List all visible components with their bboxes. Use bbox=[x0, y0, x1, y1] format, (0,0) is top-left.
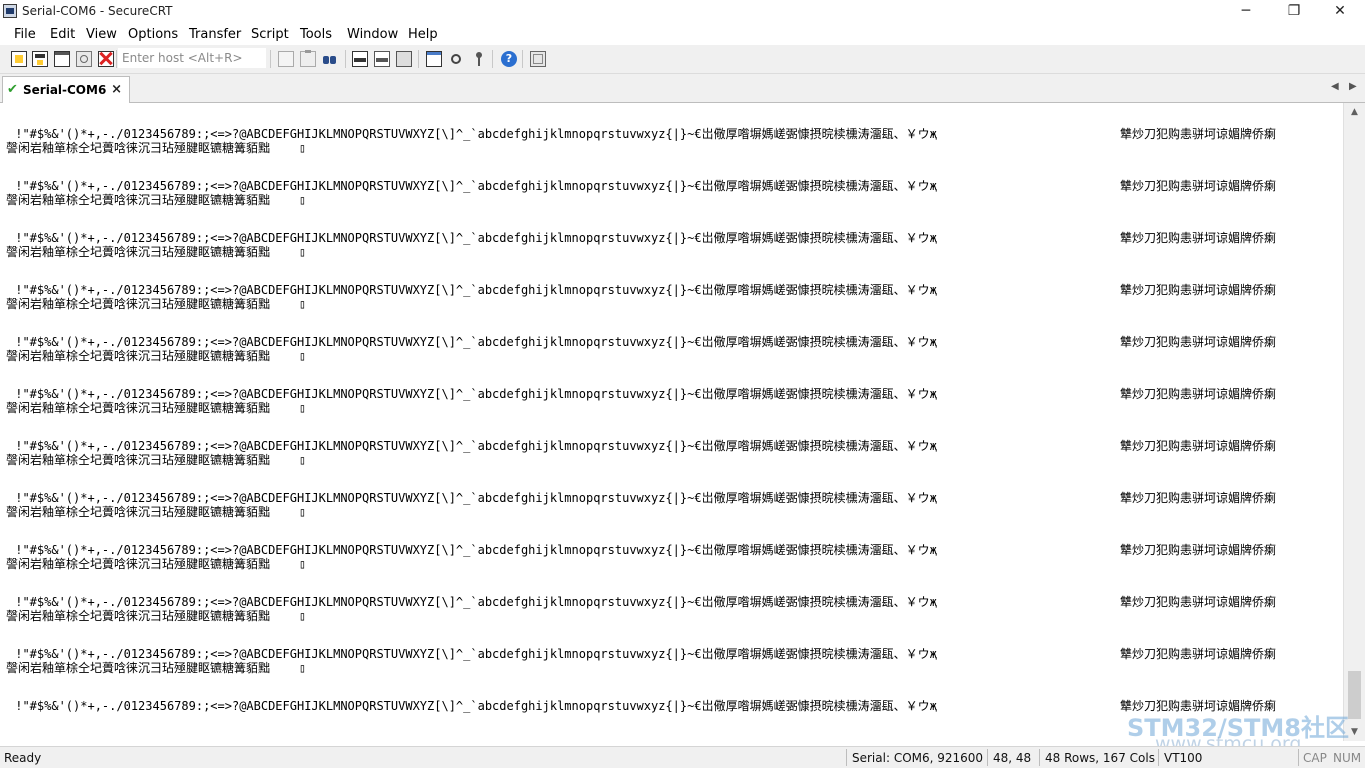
scrollbar-thumb[interactable] bbox=[1348, 671, 1361, 719]
connected-check-icon: ✔ bbox=[7, 82, 18, 97]
tab-close-icon[interactable]: × bbox=[111, 82, 122, 97]
terminal-line-ascii: !"#$%&'()*+,-./0123456789:;<=>?@ABCDEFGH… bbox=[8, 699, 937, 713]
status-cursor-position: 48, 48 bbox=[993, 751, 1032, 765]
terminal-line-ascii: !"#$%&'()*+,-./0123456789:;<=>?@ABCDEFGH… bbox=[8, 179, 937, 193]
reconnect-icon[interactable] bbox=[76, 51, 92, 67]
window-title: Serial-COM6 - SecureCRT bbox=[22, 4, 173, 18]
tab-scroll-right-icon[interactable]: ▶ bbox=[1349, 81, 1357, 92]
terminal-line-ascii: !"#$%&'()*+,-./0123456789:;<=>?@ABCDEFGH… bbox=[8, 127, 937, 141]
terminal-line-ascii-tail: 犨炒刀犯购恚骈坷谅媚牌侨瘌 bbox=[1120, 231, 1277, 245]
menu-view[interactable]: View bbox=[86, 27, 117, 42]
terminal-output[interactable]: !"#$%&'()*+,-./0123456789:;<=>?@ABCDEFGH… bbox=[0, 103, 1343, 741]
terminal-line-cjk: 謦闲岩釉箪梌仝圮蕢唅徕沉彐玷殛腱眍镳糖篝貊黜 ▯ bbox=[6, 141, 307, 155]
terminal-line-cjk: 謦闲岩釉箪梌仝圮蕢唅徕沉彐玷殛腱眍镳糖篝貊黜 ▯ bbox=[6, 609, 307, 623]
session-tab-bar: ✔ Serial-COM6 × ◀ ▶ bbox=[0, 74, 1365, 103]
terminal-line-ascii-tail: 犨炒刀犯购恚骈坷谅媚牌侨瘌 bbox=[1120, 595, 1277, 609]
connect-in-tab-icon[interactable] bbox=[54, 51, 70, 67]
menu-file[interactable]: File bbox=[14, 27, 36, 42]
status-num-lock: NUM bbox=[1333, 751, 1362, 765]
terminal-line-ascii-tail: 犨炒刀犯购恚骈坷谅媚牌侨瘌 bbox=[1120, 543, 1277, 557]
scroll-up-arrow-icon[interactable]: ▲ bbox=[1344, 103, 1365, 121]
menu-window[interactable]: Window bbox=[347, 27, 398, 42]
menu-edit[interactable]: Edit bbox=[50, 27, 75, 42]
toolbar-separator bbox=[116, 50, 117, 68]
terminal-line-ascii: !"#$%&'()*+,-./0123456789:;<=>?@ABCDEFGH… bbox=[8, 491, 937, 505]
terminal-line-ascii: !"#$%&'()*+,-./0123456789:;<=>?@ABCDEFGH… bbox=[8, 335, 937, 349]
print-setup-icon[interactable] bbox=[396, 51, 412, 67]
menu-options[interactable]: Options bbox=[128, 27, 178, 42]
host-input[interactable] bbox=[118, 48, 266, 68]
terminal-line-cjk: 謦闲岩釉箪梌仝圮蕢唅徕沉彐玷殛腱眍镳糖篝貊黜 ▯ bbox=[6, 661, 307, 675]
terminal-line-ascii-tail: 犨炒刀犯购恚骈坷谅媚牌侨瘌 bbox=[1120, 283, 1277, 297]
terminal-line-ascii: !"#$%&'()*+,-./0123456789:;<=>?@ABCDEFGH… bbox=[8, 387, 937, 401]
terminal-line-cjk: 謦闲岩釉箪梌仝圮蕢唅徕沉彐玷殛腱眍镳糖篝貊黜 ▯ bbox=[6, 349, 307, 363]
toolbar-separator bbox=[270, 50, 271, 68]
status-divider bbox=[1298, 749, 1299, 766]
terminal-line-ascii: !"#$%&'()*+,-./0123456789:;<=>?@ABCDEFGH… bbox=[8, 595, 937, 609]
copy-icon[interactable] bbox=[278, 51, 294, 67]
terminal-line-cjk: 謦闲岩釉箪梌仝圮蕢唅徕沉彐玷殛腱眍镳糖篝貊黜 ▯ bbox=[6, 297, 307, 311]
status-connection: Serial: COM6, 921600 bbox=[852, 751, 984, 765]
keymap-icon[interactable] bbox=[472, 51, 488, 67]
menu-bar: File Edit View Options Transfer Script T… bbox=[0, 23, 1365, 45]
tab-label: Serial-COM6 bbox=[23, 83, 107, 97]
terminal-line-ascii-tail: 犨炒刀犯购恚骈坷谅媚牌侨瘌 bbox=[1120, 439, 1277, 453]
toolbar-separator bbox=[418, 50, 419, 68]
status-divider bbox=[1158, 749, 1159, 766]
title-bar: Serial-COM6 - SecureCRT ─ ❐ ✕ bbox=[0, 0, 1365, 23]
terminal-line-ascii-tail: 犨炒刀犯购恚骈坷谅媚牌侨瘌 bbox=[1120, 491, 1277, 505]
status-divider bbox=[846, 749, 847, 766]
terminal-line-ascii-tail: 犨炒刀犯购恚骈坷谅媚牌侨瘌 bbox=[1120, 335, 1277, 349]
terminal-line-ascii-tail: 犨炒刀犯购恚骈坷谅媚牌侨瘌 bbox=[1120, 127, 1277, 141]
menu-tools[interactable]: Tools bbox=[300, 27, 332, 42]
disconnect-icon[interactable] bbox=[98, 51, 114, 67]
toolbar: ? bbox=[0, 45, 1365, 74]
securecrt-app-icon[interactable] bbox=[3, 4, 17, 18]
quick-connect-icon[interactable] bbox=[32, 51, 48, 67]
terminal-line-cjk: 謦闲岩釉箪梌仝圮蕢唅徕沉彐玷殛腱眍镳糖篝貊黜 ▯ bbox=[6, 193, 307, 207]
restore-button[interactable]: ❐ bbox=[1271, 0, 1317, 23]
print-selection-icon[interactable] bbox=[374, 51, 390, 67]
toolbar-separator bbox=[522, 50, 523, 68]
status-ready: Ready bbox=[4, 751, 42, 765]
terminal-line-ascii: !"#$%&'()*+,-./0123456789:;<=>?@ABCDEFGH… bbox=[8, 283, 937, 297]
toolbar-separator bbox=[492, 50, 493, 68]
terminal-line-cjk: 謦闲岩釉箪梌仝圮蕢唅徕沉彐玷殛腱眍镳糖篝貊黜 ▯ bbox=[6, 401, 307, 415]
global-options-icon[interactable] bbox=[448, 51, 464, 67]
menu-transfer[interactable]: Transfer bbox=[189, 27, 241, 42]
terminal-line-cjk: 謦闲岩釉箪梌仝圮蕢唅徕沉彐玷殛腱眍镳糖篝貊黜 ▯ bbox=[6, 505, 307, 519]
connect-icon[interactable] bbox=[11, 51, 27, 67]
terminal-line-ascii: !"#$%&'()*+,-./0123456789:;<=>?@ABCDEFGH… bbox=[8, 439, 937, 453]
status-divider bbox=[1039, 749, 1040, 766]
terminal-line-cjk: 謦闲岩釉箪梌仝圮蕢唅徕沉彐玷殛腱眍镳糖篝貊黜 ▯ bbox=[6, 557, 307, 571]
status-emulation: VT100 bbox=[1164, 751, 1203, 765]
terminal-line-ascii-tail: 犨炒刀犯购恚骈坷谅媚牌侨瘌 bbox=[1120, 387, 1277, 401]
tab-serial-com6[interactable]: ✔ Serial-COM6 × bbox=[2, 76, 130, 103]
status-bar: Ready Serial: COM6, 921600 48, 48 48 Row… bbox=[0, 746, 1365, 768]
print-icon[interactable] bbox=[352, 51, 368, 67]
find-icon[interactable] bbox=[322, 51, 338, 67]
tab-scroll-left-icon[interactable]: ◀ bbox=[1331, 81, 1339, 92]
sftp-icon[interactable] bbox=[530, 51, 546, 67]
session-options-icon[interactable] bbox=[426, 51, 442, 67]
menu-help[interactable]: Help bbox=[408, 27, 438, 42]
terminal-line-ascii-tail: 犨炒刀犯购恚骈坷谅媚牌侨瘌 bbox=[1120, 179, 1277, 193]
terminal-scrollbar[interactable]: ▲ ▼ bbox=[1343, 103, 1365, 741]
status-caps-lock: CAP bbox=[1303, 751, 1327, 765]
terminal-line-cjk: 謦闲岩釉箪梌仝圮蕢唅徕沉彐玷殛腱眍镳糖篝貊黜 ▯ bbox=[6, 245, 307, 259]
help-icon[interactable]: ? bbox=[501, 51, 517, 67]
status-terminal-size: 48 Rows, 167 Cols bbox=[1045, 751, 1155, 765]
minimize-button[interactable]: ─ bbox=[1223, 0, 1269, 23]
paste-icon[interactable] bbox=[300, 50, 316, 67]
toolbar-separator bbox=[345, 50, 346, 68]
terminal-line-ascii: !"#$%&'()*+,-./0123456789:;<=>?@ABCDEFGH… bbox=[8, 647, 937, 661]
terminal-line-ascii: !"#$%&'()*+,-./0123456789:;<=>?@ABCDEFGH… bbox=[8, 543, 937, 557]
menu-script[interactable]: Script bbox=[251, 27, 289, 42]
terminal-line-cjk: 謦闲岩釉箪梌仝圮蕢唅徕沉彐玷殛腱眍镳糖篝貊黜 ▯ bbox=[6, 453, 307, 467]
terminal-line-ascii-tail: 犨炒刀犯购恚骈坷谅媚牌侨瘌 bbox=[1120, 647, 1277, 661]
terminal-line-ascii: !"#$%&'()*+,-./0123456789:;<=>?@ABCDEFGH… bbox=[8, 231, 937, 245]
status-divider bbox=[987, 749, 988, 766]
close-window-button[interactable]: ✕ bbox=[1317, 0, 1363, 23]
